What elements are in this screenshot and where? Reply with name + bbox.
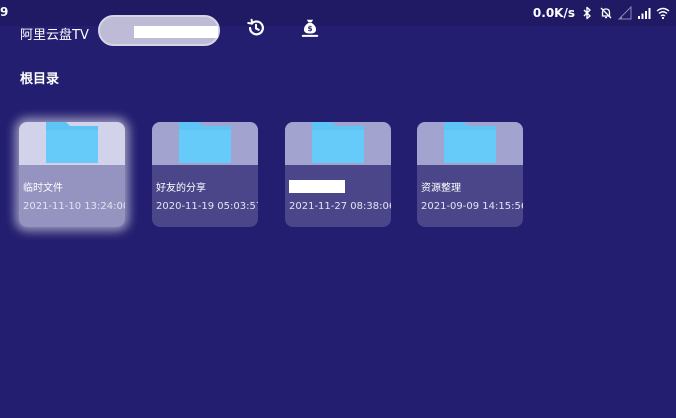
bluetooth-icon bbox=[580, 6, 594, 20]
folder-date: 2020-11-19 05:03:57 bbox=[156, 201, 258, 212]
money-bag-icon: $ bbox=[299, 17, 321, 43]
folder-icon bbox=[312, 122, 364, 163]
mute-bell-icon bbox=[599, 6, 613, 20]
folder-icon bbox=[444, 122, 496, 163]
history-button[interactable] bbox=[244, 18, 268, 42]
svg-text:$: $ bbox=[307, 24, 312, 33]
folder-icon bbox=[46, 122, 98, 163]
status-right: 0.0K/s bbox=[533, 4, 670, 22]
section-title: 根目录 bbox=[20, 72, 60, 87]
app-title: 阿里云盘TV bbox=[20, 28, 89, 43]
folder-icon bbox=[179, 122, 231, 163]
signal-icon bbox=[637, 6, 651, 20]
folder-name: 资源整理 bbox=[421, 183, 461, 194]
net-speed: 0.0K/s bbox=[532, 6, 575, 20]
folder-name-redacted bbox=[289, 180, 345, 193]
folder-card[interactable]: 资源整理 2021-09-09 14:15:56 bbox=[417, 122, 523, 227]
app-root: 9 0.0K/s 阿里云盘TV $ 根目录 临时文件 2021-11-10 13… bbox=[0, 0, 676, 418]
folder-card[interactable]: 2021-11-27 08:38:06 bbox=[285, 122, 391, 227]
search-input[interactable] bbox=[98, 15, 220, 46]
folder-date: 2021-11-10 13:24:00 bbox=[23, 201, 125, 212]
folder-name: 临时文件 bbox=[23, 183, 63, 194]
history-icon bbox=[245, 17, 267, 43]
wifi-icon bbox=[656, 6, 670, 20]
folder-date: 2021-11-27 08:38:06 bbox=[289, 201, 391, 212]
folder-card[interactable]: 好友的分享 2020-11-19 05:03:57 bbox=[152, 122, 258, 227]
search-value-redacted bbox=[134, 26, 218, 38]
folder-name: 好友的分享 bbox=[156, 183, 206, 194]
signal-weak-icon bbox=[618, 6, 632, 20]
folder-card[interactable]: 临时文件 2021-11-10 13:24:00 bbox=[19, 122, 125, 227]
money-bag-button[interactable]: $ bbox=[298, 18, 322, 42]
folder-date: 2021-09-09 14:15:56 bbox=[421, 201, 523, 212]
status-time: 9 bbox=[0, 5, 9, 19]
